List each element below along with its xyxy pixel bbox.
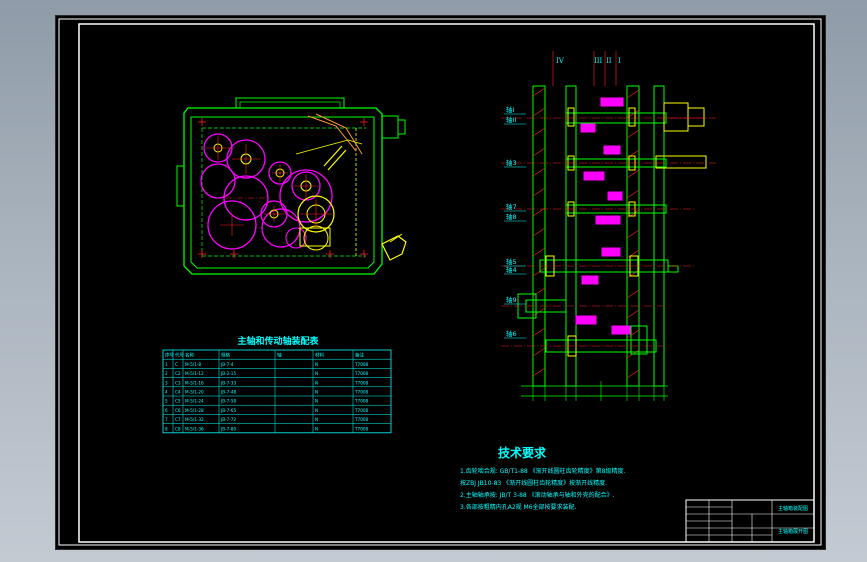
table-header-cell: 材料 [315,352,324,359]
table-cell: M-5/1-36 [185,426,204,431]
table-cell: 3 [165,380,168,385]
table-header-cell: 序号 [165,352,174,359]
cad-viewport[interactable]: 主轴和传动轴装配表 序号 代号 名称 规格 轴 材料 备注 1 C M-5/1-8 JB-7-4 N T… [55,15,826,550]
shaft-label: 轴7 [506,202,517,211]
table-cell: JB-7-4 [220,362,234,367]
table-cell: 4 [165,390,168,395]
roman-mark: III [594,57,603,65]
shaft-label: 轴II [506,115,516,124]
shaft-label: 轴I [506,105,515,114]
table-cell: T7008 [354,408,369,413]
table-cell: M-5/1-12 [185,371,204,376]
shaft-label: 轴3 [506,158,517,167]
table-cell: C3 [175,380,181,385]
tech-line-2: 按ZBJ JB10-83 《渐开线圆柱齿轮精度》按渐开线精度. [460,479,607,487]
table-cell: C6 [175,408,181,413]
table-cell: 8 [165,426,168,431]
table-cell: M-5/1-24 [185,399,204,404]
tech-requirements: 1.齿轮啮合规: GB/T1-88 《渐开线圆柱齿轮精度》第8级精度. 按ZBJ… [460,467,625,511]
table-cell: JB-2-15 [220,371,236,376]
table-cell: N [315,390,318,395]
table-cell: C7 [175,417,181,422]
tech-line-3: 2.主轴轴承按: JB/T 3-88 《滚动轴承与轴和外壳的配合》. [460,491,615,499]
table-cell: N [315,399,318,404]
shaft-label: 轴6 [506,329,517,338]
tech-line-4: 3.各部按粗精内孔A2规 M6全部按要求装配. [460,503,577,511]
table-cell: JB-7-65 [220,408,236,413]
tech-title: 技术要求 [498,445,547,460]
gearbox-cross-section [176,97,407,275]
shaft-labels: 轴I轴II 轴3 轴7轴8 轴5轴4 轴9 轴6 [504,105,526,339]
assembly-table: 序号 代号 名称 规格 轴 材料 备注 1 C M-5/1-8 JB-7-4 N T7008 2 C2 M-5… [162,349,392,434]
roman-mark: II [606,57,612,65]
shaft-development-view [501,51,716,401]
table-header-cell: 名称 [185,352,194,359]
table-cell: M-5/1-32 [185,417,204,422]
table-cell: N [315,371,318,376]
table-cell: JB-7-80 [220,426,236,431]
shaft-label: 轴9 [506,295,517,304]
table-cell: 2 [165,371,168,376]
table-header-cell: 备注 [355,352,364,359]
tech-line-1: 1.齿轮啮合规: GB/T1-88 《渐开线圆柱齿轮精度》第8级精度. [460,467,625,475]
shaft-label: 轴5 [506,257,517,266]
drawing-name: 主轴箱装配图 [778,505,808,512]
table-cell: N [315,417,318,422]
table-cell: JB-7-72 [220,417,236,422]
section-marks: IV III II I [556,57,621,65]
roman-mark: I [618,57,621,65]
table-cell: C [175,362,178,367]
table-cell: T7008 [354,390,369,395]
table-cell: T7008 [354,371,369,376]
table-cell: 5 [165,399,168,404]
table-cell: M-5/1-8 [185,362,201,367]
drawing-canvas: 主轴和传动轴装配表 序号 代号 名称 规格 轴 材料 备注 1 C M-5/1-8 JB-7-4 N T… [58,18,822,546]
table-cell: T7008 [354,399,369,404]
title-block: 主轴箱装配图 主轴箱展开图 [685,499,815,543]
table-cell: C2 [175,371,181,376]
roman-mark: IV [556,57,565,65]
table-header-cell: 规格 [221,352,230,359]
shaft-label: 轴8 [506,212,517,221]
table-cell: M-5/1-28 [185,408,204,413]
table-title: 主轴和传动轴装配表 [237,335,319,347]
table-header-cell: 代号 [175,352,184,359]
table-cell: N [315,362,318,367]
table-cell: N [315,426,318,431]
table-cell: 1 [165,362,168,367]
shaft-label: 轴4 [506,265,517,274]
table-cell: M-5/1-20 [185,390,204,395]
inner-frame-border [78,23,815,543]
table-cell: C4 [175,390,181,395]
table-cell: T7008 [354,426,369,431]
table-cell: C8 [175,426,181,431]
table-cell: N [315,380,318,385]
outer-sheet-border [58,18,822,546]
table-cell: N [315,408,318,413]
table-cell: M-5/1-16 [185,380,204,385]
table-header-cell: 轴 [277,352,282,359]
table-cell: 6 [165,408,168,413]
table-cell: JB-7-33 [220,380,236,385]
table-cell: JB-7-58 [220,399,236,404]
sub-drawing-name: 主轴箱展开图 [778,528,808,535]
table-cell: 7 [165,417,168,422]
table-cell: JB-7-48 [220,390,236,395]
table-cell: T7008 [354,417,369,422]
table-cell: C5 [175,399,181,404]
table-cell: T7008 [354,362,369,367]
table-cell: T7008 [354,380,369,385]
